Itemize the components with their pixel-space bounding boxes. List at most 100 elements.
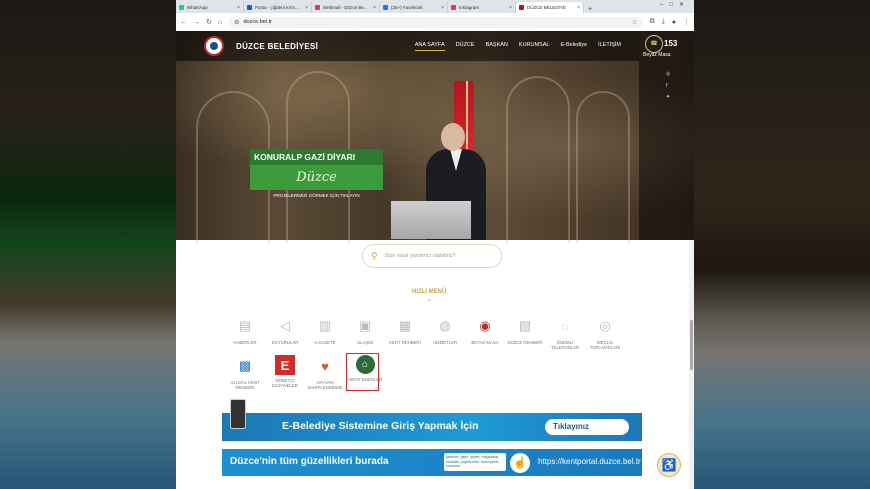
extensions-icon[interactable]: ⧉ — [650, 18, 655, 26]
pet-heart-icon: ♥ — [321, 358, 329, 374]
quick-item-services[interactable]: ◍ HİZMETLER — [425, 315, 465, 345]
url-field[interactable]: ⚙ duzce.bel.tr ☆ — [228, 16, 643, 28]
web-page: DÜZCE BELEDİYESİ ANA SAYFA DÜZCE BAŞKAN … — [176, 31, 694, 489]
reload-icon[interactable]: ↻ — [206, 18, 212, 26]
tab-whatsapp[interactable]: WhatsApp × — [176, 2, 244, 13]
quick-item-city-guide[interactable]: ▦ KENT REHBERİ — [385, 315, 425, 345]
page-scrollbar[interactable] — [689, 240, 694, 489]
banner2-small-text: şekerim, gitler, şeyler, mağazalar, sana… — [444, 453, 506, 471]
e-municipality-banner[interactable]: E-Belediye Sistemine Giriş Yapmak İçin T… — [222, 399, 642, 441]
quick-menu-label: HIZLI MENÜ — [412, 289, 447, 295]
services-icon: ◍ — [439, 318, 451, 333]
duzce-logo[interactable] — [204, 36, 224, 56]
browser-window: WhatsApp × Posta - çiğdem.kırm... × Webmai… — [176, 0, 694, 489]
globe-icon: ◌ — [561, 318, 569, 334]
tab-instagram[interactable]: Instagram × — [448, 2, 516, 13]
kentportal-link[interactable]: https://kentportal.duzce.bel.tr — [538, 457, 641, 466]
click-here-button[interactable]: Tıklayınız — [545, 419, 629, 435]
tab-duzce[interactable]: DÜZCE BELEDİYE × — [516, 2, 584, 13]
kentportal-banner[interactable]: Düzce'nin tüm güzellikleri burada şekeri… — [222, 449, 642, 476]
url-text: duzce.bel.tr — [243, 19, 272, 25]
phone-icon — [230, 399, 246, 429]
instagram-icon[interactable]: ◎ — [666, 71, 670, 77]
quick-menu-title: HIZLI MENÜ ⌄ — [412, 289, 446, 303]
pointer-hand-icon: ☝ — [510, 453, 530, 473]
national-guide-icon: ▩ — [238, 358, 252, 373]
tab-label: Instagram — [459, 5, 480, 10]
quick-item-phones[interactable]: ◌ ÖNEMLİ TELEFONLAR — [545, 315, 585, 351]
menu-icon[interactable]: ⋮ — [683, 18, 690, 26]
menu-mayor[interactable]: BAŞKAN — [486, 42, 508, 51]
download-icon[interactable]: ⤓ — [662, 18, 665, 26]
home-icon[interactable]: ⌂ — [218, 19, 222, 26]
banner1-text: E-Belediye Sistemine Giriş Yapmak İçin — [282, 420, 479, 432]
menu-corporate[interactable]: KURUMSAL — [519, 42, 550, 51]
quick-item-label: ULUSAL KENT REHBERİ — [230, 380, 260, 390]
close-icon[interactable]: × — [509, 5, 512, 11]
chart-icon: ▧ — [518, 318, 532, 333]
white-desk-label: Beyaz Masa — [643, 52, 671, 58]
duzce-icon — [519, 5, 524, 10]
quick-item-council[interactable]: ◎ MECLİS TOPLANTILARI — [585, 315, 625, 350]
twitter-icon[interactable]: ✦ — [666, 94, 670, 100]
quick-item-egazette[interactable]: ▥ e-GAZETE — [305, 315, 345, 345]
quick-item-national-guide[interactable]: ▩ ULUSAL KENT REHBERİ — [225, 355, 265, 390]
white-desk-panel[interactable]: ☎ 153 Beyaz Masa ◎ f ✦ — [639, 31, 694, 240]
close-icon[interactable]: × — [441, 5, 444, 11]
close-icon[interactable]: × — [373, 5, 376, 11]
site-search[interactable]: ⚲ Size nasıl yardımcı olabiliriz? — [362, 244, 502, 268]
tab-webmail[interactable]: Webmail - Düzce Be... × — [312, 2, 380, 13]
tab-mail[interactable]: Posta - çiğdem.kırm... × — [244, 2, 312, 13]
facebook-icon — [383, 5, 388, 10]
quick-item-duzce-guide[interactable]: ▧ DÜZCE REHBERİ — [505, 315, 545, 345]
quick-item-label: DUYURULAR — [271, 340, 299, 345]
promo-card[interactable]: KONURALP GAZİ DİYARI Düzce PROJELERİMİZİ… — [250, 149, 383, 204]
main-menu: ANA SAYFA DÜZCE BAŞKAN KURUMSAL E-Beledi… — [404, 42, 621, 51]
quick-item-pharmacy[interactable]: E NÖBETÇİ ECZANELER — [265, 355, 305, 388]
tab-label: WhatsApp — [187, 5, 208, 10]
search-placeholder: Size nasıl yardımcı olabiliriz? — [384, 253, 456, 259]
quick-item-label: BEYAZ MASA — [471, 340, 499, 345]
quick-item-label: HİZMETLER — [432, 340, 458, 345]
quick-item-label: HAYVAN SAHİPLENDİRME — [307, 380, 343, 390]
news-icon: ▤ — [238, 318, 252, 333]
city-icon: ▦ — [398, 318, 412, 333]
quick-item-label: HABERLER — [233, 340, 257, 345]
menu-duzce[interactable]: DÜZCE — [456, 42, 475, 51]
profile-icon[interactable]: ● — [672, 19, 676, 26]
new-tab-button[interactable]: + — [588, 6, 592, 13]
menu-home[interactable]: ANA SAYFA — [414, 42, 445, 51]
promo-caption: PROJELERİMİZİ GÖRMEK İÇİN TIKLAYIN — [273, 193, 360, 198]
quick-item-announcements[interactable]: ◁ DUYURULAR — [265, 315, 305, 345]
tab-facebook[interactable]: (25+) Facebook × — [380, 2, 448, 13]
chevron-down-icon: ⌄ — [426, 297, 432, 303]
close-icon[interactable]: × — [577, 5, 580, 11]
quick-item-pet-adoption[interactable]: ♥ HAYVAN SAHİPLENDİRME — [305, 355, 345, 391]
menu-contact[interactable]: İLETİŞİM — [598, 42, 621, 51]
facebook-icon[interactable]: f — [666, 83, 667, 89]
quick-item-label: e-GAZETE — [314, 340, 336, 345]
back-icon[interactable]: ← — [180, 19, 187, 26]
forward-icon[interactable]: → — [193, 19, 200, 26]
meeting-icon: ◎ — [599, 318, 611, 333]
tab-label: DÜZCE BELEDİYE — [527, 5, 566, 10]
instagram-icon — [451, 5, 456, 10]
tab-bar: WhatsApp × Posta - çiğdem.kırm... × Webmai… — [176, 0, 694, 13]
close-icon[interactable]: × — [305, 5, 308, 11]
accessibility-icon[interactable]: ♿ — [657, 453, 681, 477]
site-info-icon[interactable]: ⚙ — [234, 19, 239, 26]
quick-item-transport[interactable]: ▣ ULAŞIM — [345, 315, 385, 345]
bookmark-star-icon[interactable]: ☆ — [631, 18, 637, 26]
quick-item-news[interactable]: ▤ HABERLER — [225, 315, 265, 345]
background-left — [0, 0, 176, 489]
tab-label: Webmail - Düzce Be... — [323, 5, 368, 10]
close-icon[interactable]: × — [237, 5, 240, 11]
megaphone-icon: ◁ — [280, 318, 290, 333]
quick-item-white-desk[interactable]: ◉ BEYAZ MASA — [465, 315, 505, 345]
selection-highlight — [346, 353, 379, 391]
window-controls[interactable]: –□✕ — [660, 1, 690, 8]
menu-e-municipality[interactable]: E-Belediye — [560, 42, 587, 51]
search-icon: ⚲ — [371, 250, 378, 261]
site-brand[interactable]: DÜZCE BELEDİYESİ — [236, 42, 318, 51]
mail-icon — [247, 5, 252, 10]
